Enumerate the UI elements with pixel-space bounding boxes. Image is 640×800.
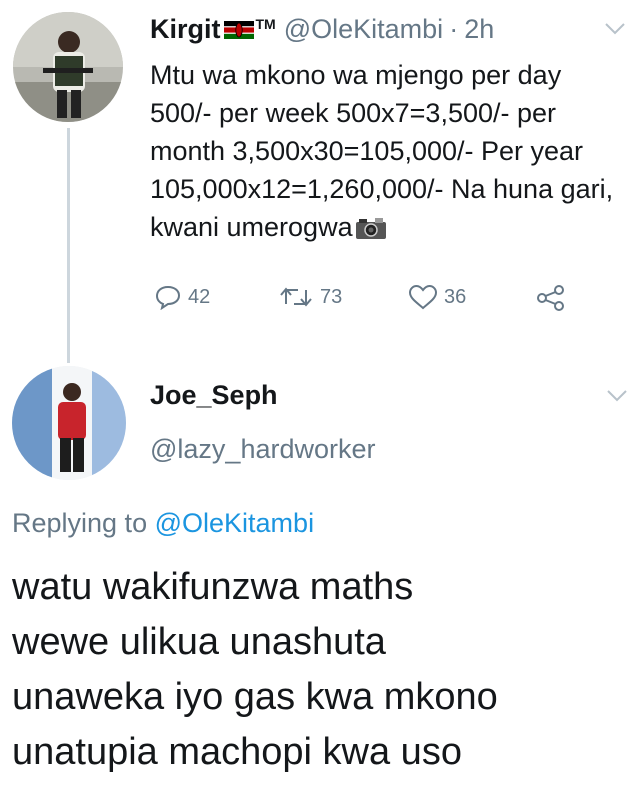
- retweet-icon: [280, 287, 312, 307]
- like-button[interactable]: 36: [408, 284, 466, 310]
- tweet-text: Mtu wa mkono wa mjengo per day 500/- per…: [150, 56, 630, 246]
- reply-tweet-text: watu wakifunzwa maths wewe ulikua unashu…: [12, 560, 632, 780]
- retweet-button[interactable]: 73: [278, 284, 342, 310]
- tweet-menu-chevron-down-icon[interactable]: [604, 22, 626, 36]
- reply-text-line: watu wakifunzwa maths: [12, 566, 414, 608]
- tweet-menu-chevron-down-icon[interactable]: [606, 389, 628, 403]
- share-icon: [537, 285, 564, 311]
- avatar[interactable]: [12, 366, 126, 480]
- retweet-count: 73: [320, 285, 343, 308]
- timestamp[interactable]: 2h: [464, 14, 494, 45]
- user-handle[interactable]: @OleKitambi: [284, 14, 443, 45]
- profile-photo-kirgit: [13, 12, 123, 122]
- trademark-badge: TM: [255, 16, 276, 32]
- display-name[interactable]: Joe_Seph: [150, 380, 278, 411]
- tweet-body: Mtu wa mkono wa mjengo per day 500/- per…: [150, 60, 614, 242]
- reply-icon: [155, 285, 181, 310]
- reply-button[interactable]: 42: [154, 284, 210, 310]
- tweet-actions: 42 73 36: [150, 284, 590, 314]
- reply-text-line: wewe ulikua unashuta: [12, 621, 386, 663]
- heart-icon: [408, 284, 438, 310]
- replying-to-line: Replying to @OleKitambi: [12, 508, 314, 539]
- thread-connector-line: [67, 128, 70, 363]
- reply-text-line: unaweka iyo gas kwa mkono: [12, 676, 498, 718]
- like-count: 36: [444, 285, 467, 308]
- reply-text-line: unatupia machopi kwa uso: [12, 731, 462, 773]
- separator-dot: ·: [449, 14, 459, 44]
- user-handle[interactable]: @lazy_hardworker: [150, 434, 376, 465]
- kenya-flag-icon: [223, 20, 254, 39]
- display-name[interactable]: Kirgit: [150, 14, 221, 45]
- tweet-header: Kirgit TM @OleKitambi · 2h: [150, 14, 494, 45]
- replying-mention-link[interactable]: @OleKitambi: [155, 508, 314, 538]
- avatar[interactable]: [13, 12, 123, 122]
- profile-photo-joe-seph: [12, 366, 126, 480]
- reply-count: 42: [188, 285, 211, 308]
- camera-with-flash-icon: [355, 216, 387, 240]
- replying-prefix: Replying to: [12, 508, 148, 538]
- share-button[interactable]: [536, 284, 566, 312]
